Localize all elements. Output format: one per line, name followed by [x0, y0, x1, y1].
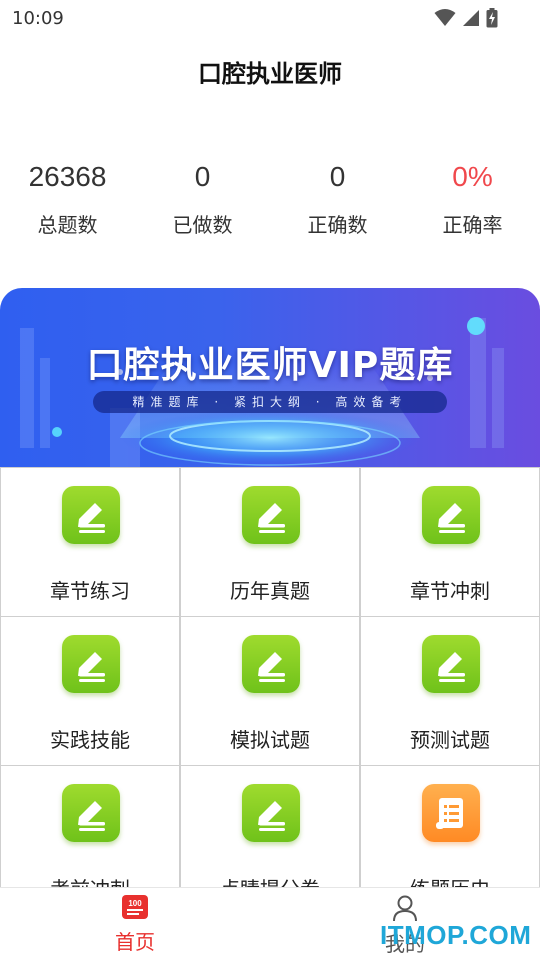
banner-title: 口腔执业医师VIP题库 — [86, 345, 454, 386]
pencil-icon — [422, 635, 480, 693]
grid-item-mock-tests[interactable]: 模拟试题 — [180, 617, 360, 766]
vip-banner[interactable]: 口腔执业医师VIP题库 精准题库 · 紧扣大纲 · 高效备考 — [0, 288, 540, 468]
grid-item-past-exams[interactable]: 历年真题 — [180, 468, 360, 617]
page-title: 口腔执业医师 — [198, 60, 342, 88]
stat-label: 已做数 — [172, 213, 233, 237]
nav-item-home[interactable]: 100 首页 — [75, 894, 195, 955]
svg-text:100: 100 — [128, 899, 142, 908]
stat-total: 26368 总题数 — [0, 158, 135, 238]
scroll-icon — [422, 784, 480, 842]
grid-item-label: 历年真题 — [230, 579, 310, 603]
grid-item-practical-skills[interactable]: 实践技能 — [0, 617, 180, 766]
grid-item-chapter-practice[interactable]: 章节练习 — [0, 468, 180, 617]
home-100-icon: 100 — [122, 895, 148, 919]
grid-item-label: 模拟试题 — [230, 728, 310, 752]
feature-grid: 章节练习 历年真题 章节冲刺 实践技能 模拟试题 预测试题 考前 — [0, 467, 540, 915]
stat-value: 0 — [329, 161, 346, 192]
signal-icon — [463, 10, 479, 26]
pencil-icon — [62, 635, 120, 693]
pencil-icon — [62, 486, 120, 544]
stat-value: 0 — [194, 161, 211, 192]
grid-item-label: 实践技能 — [50, 728, 130, 752]
pencil-icon — [242, 784, 300, 842]
pencil-icon — [422, 486, 480, 544]
stat-accuracy: 0% 正确率 — [405, 158, 540, 238]
stat-done: 0 已做数 — [135, 158, 270, 238]
stat-value: 0% — [452, 161, 493, 192]
stat-label: 正确数 — [307, 213, 368, 237]
grid-item-predicted-tests[interactable]: 预测试题 — [360, 617, 540, 766]
stats-panel: 26368 总题数 0 已做数 0 正确数 0% 正确率 — [0, 158, 540, 248]
stat-value: 26368 — [28, 161, 107, 192]
stat-label: 正确率 — [442, 213, 503, 237]
pencil-icon — [242, 635, 300, 693]
battery-icon — [486, 8, 498, 28]
pencil-icon — [242, 486, 300, 544]
grid-item-label: 预测试题 — [410, 728, 490, 752]
stat-label: 总题数 — [37, 213, 98, 237]
person-icon — [393, 895, 417, 922]
grid-item-label: 章节冲刺 — [410, 579, 490, 603]
grid-item-chapter-sprint[interactable]: 章节冲刺 — [360, 468, 540, 617]
grid-item-label: 章节练习 — [50, 579, 130, 603]
status-bar: 10:09 — [0, 0, 540, 36]
pencil-icon — [62, 784, 120, 842]
nav-label-home: 首页 — [115, 930, 155, 954]
stat-correct: 0 正确数 — [270, 158, 405, 238]
wifi-icon — [434, 9, 456, 26]
status-time: 10:09 — [12, 8, 64, 29]
watermark: ITMOP.COM — [380, 920, 532, 950]
status-icons — [434, 8, 498, 28]
banner-subtitle: 精准题库 · 紧扣大纲 · 高效备考 — [93, 391, 447, 413]
